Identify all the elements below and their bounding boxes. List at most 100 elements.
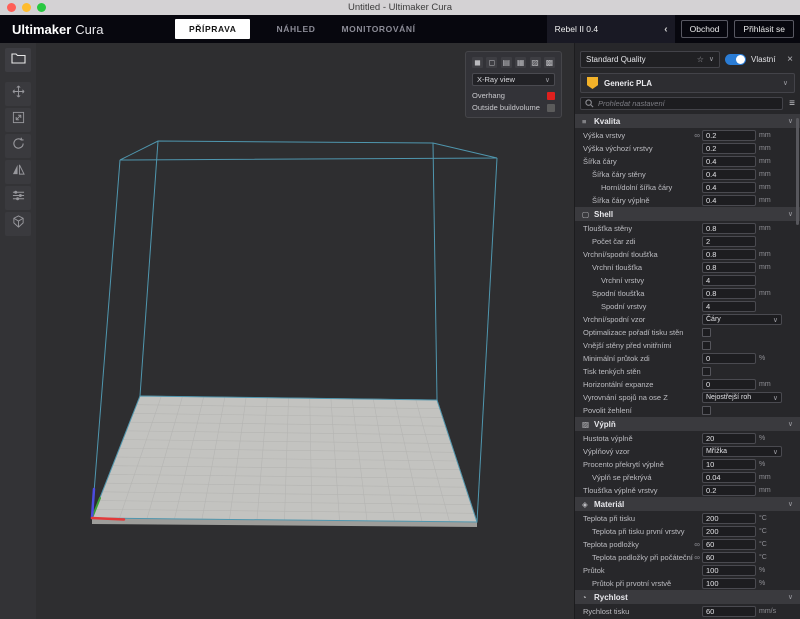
search-input[interactable]: Prohledat nastavení <box>580 97 783 110</box>
tab-preview[interactable]: NÁHLED <box>276 24 315 34</box>
setting-value-input[interactable]: 100 <box>702 565 756 576</box>
setting-value-input[interactable]: 60 <box>702 539 756 550</box>
legend-label: Outside buildvolume <box>472 103 540 112</box>
move-tool-button[interactable] <box>5 82 31 106</box>
setting-checkbox[interactable] <box>702 328 711 337</box>
setting-value-input[interactable]: 0.4 <box>702 169 756 180</box>
setting-value-input[interactable]: 0.2 <box>702 485 756 496</box>
settings-menu-icon[interactable]: ≡ <box>789 98 795 109</box>
setting-label: Teplota podložky při počáteční vrstvě <box>592 553 694 562</box>
setting-row: Hustota výplně20% <box>575 432 800 445</box>
setting-value-input[interactable]: 200 <box>702 526 756 537</box>
custom-settings-toggle[interactable] <box>725 54 746 65</box>
toggle-knob <box>736 55 745 64</box>
view-toolbar-button-1[interactable]: ◼ <box>472 57 483 68</box>
setting-value-input[interactable]: 60 <box>702 552 756 563</box>
section-label: Shell <box>594 210 788 219</box>
printer-name: Rebel II 0.4 <box>555 24 598 34</box>
setting-value-input[interactable]: 10 <box>702 459 756 470</box>
view-toolbar-button-6[interactable]: ▩ <box>544 57 555 68</box>
setting-label: Spodní vrstvy <box>601 302 702 311</box>
section-header-infill[interactable]: ▨Výplň∨ <box>575 417 800 431</box>
setting-value-input[interactable]: 0.04 <box>702 472 756 483</box>
setting-row: Spodní tloušťka0.8mm <box>575 287 800 300</box>
setting-checkbox[interactable] <box>702 367 711 376</box>
setting-unit: mm <box>756 145 783 152</box>
setting-value-input[interactable]: 0.4 <box>702 182 756 193</box>
setting-label: Tloušťka výplně vrstvy <box>583 486 702 495</box>
setting-row: Optimalizace pořadí tisku stěn <box>575 326 800 339</box>
setting-value-input[interactable]: 20 <box>702 433 756 444</box>
setting-label: Teplota podložky <box>583 540 694 549</box>
setting-unit: °C <box>756 554 783 561</box>
mirror-tool-button[interactable] <box>5 160 31 184</box>
view-mode-dropdown[interactable]: X-Ray view ∨ <box>472 73 555 86</box>
folder-open-icon <box>11 51 26 69</box>
viewport-3d[interactable]: ◼ ◻ ▤ ▦ ▨ ▩ X-Ray view ∨ Overhang Outsid… <box>36 43 574 619</box>
setting-checkbox[interactable] <box>702 406 711 415</box>
profile-dropdown[interactable]: Standard Quality ☆ ∨ <box>580 51 720 68</box>
zoom-window-button[interactable] <box>37 3 46 12</box>
setting-value-input[interactable]: 60 <box>702 606 756 617</box>
setting-value-input[interactable]: 0 <box>702 379 756 390</box>
chevron-down-icon: ∨ <box>773 448 778 456</box>
tab-monitor[interactable]: MONITOROVÁNÍ <box>341 24 415 34</box>
setting-unit: mm <box>756 290 783 297</box>
setting-value-input[interactable]: 2 <box>702 236 756 247</box>
scrollbar-thumb[interactable] <box>796 118 799 225</box>
mirror-icon <box>12 163 25 181</box>
support-blocker-button[interactable] <box>5 212 31 236</box>
setting-label: Průtok <box>583 566 702 575</box>
material-selector[interactable]: Generic PLA ∨ <box>580 73 795 93</box>
setting-value-input[interactable]: 0.8 <box>702 223 756 234</box>
printer-selector[interactable]: Rebel II 0.4 ‹ <box>547 15 675 43</box>
per-model-settings-button[interactable] <box>5 186 31 210</box>
setting-unit: mm <box>756 487 783 494</box>
setting-row: Šířka čáry0.4mm <box>575 155 800 168</box>
setting-value-input[interactable]: 0.2 <box>702 130 756 141</box>
setting-label: Povolit žehlení <box>583 406 702 415</box>
minimize-window-button[interactable] <box>22 3 31 12</box>
setting-checkbox[interactable] <box>702 341 711 350</box>
setting-label: Spodní tloušťka <box>592 289 702 298</box>
setting-row: Šířka čáry stěny0.4mm <box>575 168 800 181</box>
section-header-quality[interactable]: ≡Kvalita∨ <box>575 114 800 128</box>
setting-value-input[interactable]: 100 <box>702 578 756 589</box>
marketplace-button[interactable]: Obchod <box>681 20 729 38</box>
rotate-tool-button[interactable] <box>5 134 31 158</box>
setting-row: Teplota při tisku200°C <box>575 512 800 525</box>
scale-tool-button[interactable] <box>5 108 31 132</box>
section-header-material[interactable]: ◈Materiál∨ <box>575 497 800 511</box>
view-toolbar-button-5[interactable]: ▨ <box>530 57 541 68</box>
setting-value-input[interactable]: 0.8 <box>702 249 756 260</box>
view-toolbar-button-2[interactable]: ◻ <box>486 57 497 68</box>
sign-in-button[interactable]: Přihlásit se <box>734 20 794 38</box>
setting-row: Spodní vrstvy4 <box>575 300 800 313</box>
setting-dropdown[interactable]: Čáry∨ <box>702 314 782 325</box>
setting-value-input[interactable]: 0.8 <box>702 262 756 273</box>
section-header-shell[interactable]: ▢Shell∨ <box>575 207 800 221</box>
settings-scrollbar[interactable] <box>796 118 799 619</box>
setting-row: Průtok100% <box>575 564 800 577</box>
search-icon <box>585 95 594 113</box>
section-header-speed[interactable]: ◔Rychlost∨ <box>575 590 800 604</box>
setting-value-input[interactable]: 0.4 <box>702 156 756 167</box>
setting-dropdown[interactable]: Mřížka∨ <box>702 446 782 457</box>
setting-value-input[interactable]: 0.4 <box>702 195 756 206</box>
view-toolbar-button-3[interactable]: ▤ <box>501 57 512 68</box>
setting-value-input[interactable]: 0.2 <box>702 143 756 154</box>
close-window-button[interactable] <box>7 3 16 12</box>
setting-value-input[interactable]: 200 <box>702 513 756 524</box>
setting-value-input[interactable]: 0 <box>702 353 756 364</box>
setting-value-input[interactable]: 0.8 <box>702 288 756 299</box>
setting-label: Minimální průtok zdi <box>583 354 702 363</box>
view-toolbar-button-4[interactable]: ▦ <box>515 57 526 68</box>
setting-value-input[interactable]: 4 <box>702 301 756 312</box>
tab-prepare[interactable]: PŘÍPRAVA <box>175 19 250 39</box>
close-icon[interactable]: × <box>785 54 795 65</box>
setting-value-input[interactable]: 4 <box>702 275 756 286</box>
open-file-button[interactable] <box>5 48 31 72</box>
setting-dropdown[interactable]: Nejostřejší roh∨ <box>702 392 782 403</box>
setting-unit: mm <box>756 158 783 165</box>
link-icon: ∞ <box>694 131 700 140</box>
